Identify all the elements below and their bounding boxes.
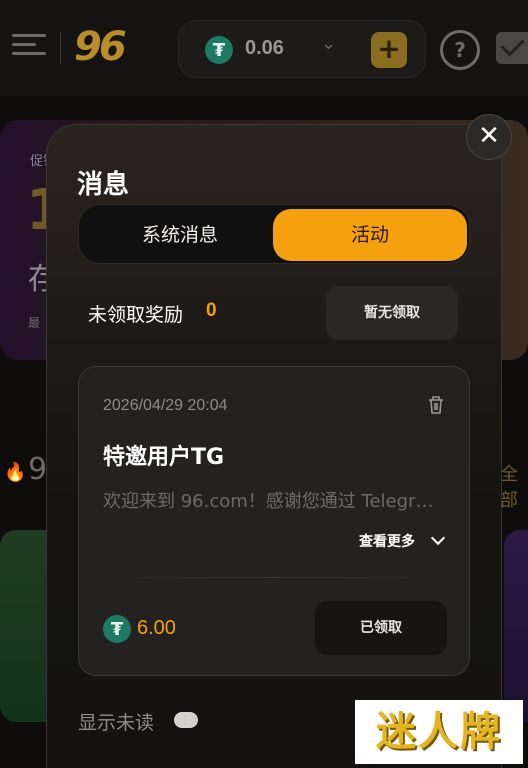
tab-system-messages[interactable]: 系统消息 [83,209,277,261]
view-more-link[interactable]: 查看更多 [359,531,415,551]
modal-title: 消息 [77,170,130,200]
view-all-link[interactable]: 全部 [500,460,528,512]
unclaimed-rewards-label: 未领取奖励 [88,304,184,326]
claim-all-button[interactable]: 暂无领取 [326,286,458,340]
support-icon[interactable]: ? [440,30,480,70]
show-unread-toggle[interactable] [174,712,198,728]
site-logo[interactable]: 96 [74,24,127,70]
watermark-logo: 迷人牌 [355,700,523,764]
trash-icon[interactable] [427,395,445,415]
chevron-down-icon[interactable] [430,530,446,546]
claimed-button[interactable]: 已领取 [315,601,447,655]
mail-icon[interactable] [496,32,528,64]
reward-amount: 6.00 [137,617,176,639]
chevron-down-icon[interactable]: ⌄ [321,33,336,54]
unclaimed-rewards-count: 0 [206,300,217,321]
message-card: 2026/04/29 20:04 特邀用户TG 欢迎来到 96.com！感谢您通… [78,366,470,676]
message-title: 特邀用户TG [103,445,225,470]
banner-small-text: 最 [28,316,41,330]
tether-icon: ₮ [103,615,131,643]
tab-bar: 系统消息 活动 [78,204,470,264]
top-bar: 96 ₮ 0.06 ⌄ + ? [0,0,528,96]
menu-icon[interactable] [12,34,46,60]
fire-icon: 🔥 [4,462,27,483]
section-count: 9 [28,452,48,487]
game-card[interactable] [0,530,52,722]
close-button[interactable]: ✕ [466,114,512,160]
message-body: 欢迎来到 96.com！感谢您通过 Telegram [103,491,443,512]
message-date: 2026/04/29 20:04 [103,397,228,414]
balance-value: 0.06 [245,37,284,59]
deposit-button[interactable]: + [371,32,407,68]
balance-selector[interactable]: ₮ 0.06 ⌄ + [178,20,426,78]
tether-icon: ₮ [205,36,233,64]
game-card[interactable] [504,530,528,722]
message-divider [103,577,447,578]
header-divider [60,32,61,64]
show-unread-label: 显示未读 [78,712,155,734]
tab-activity[interactable]: 活动 [273,209,467,261]
